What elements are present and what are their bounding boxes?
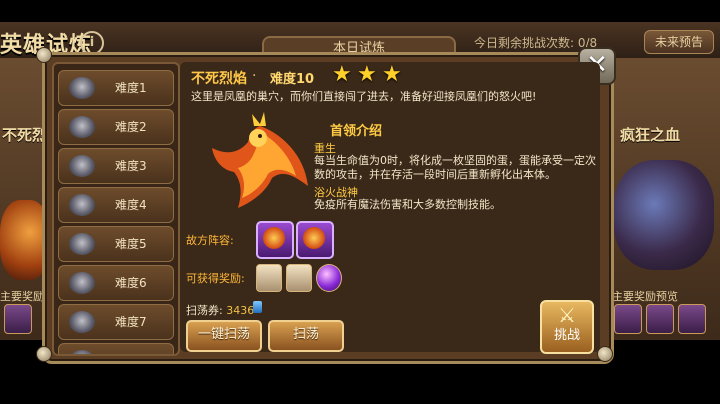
left-reward-icons (4, 304, 32, 334)
right-reward-icons (614, 304, 706, 334)
right-reward-label: 主要奖励预览 (612, 290, 678, 303)
mask-icon (69, 194, 95, 216)
mask-icon (69, 233, 95, 255)
sweep-all-button[interactable]: 一键扫荡 (186, 320, 262, 352)
fight-label: 挑战 (553, 328, 580, 343)
difficulty-list[interactable]: 难度1 难度2 难度3 难度4 难度5 难度6 难度7 难度8 (52, 62, 180, 356)
scroll-reward-icon[interactable] (256, 264, 282, 292)
orb-reward-icon[interactable] (316, 264, 342, 292)
mask-icon (69, 155, 95, 177)
right-monster-art (614, 160, 714, 270)
enemy-phoenix-slot[interactable] (296, 221, 334, 259)
future-preview-button[interactable]: 未来预告 (644, 30, 714, 54)
phoenix-boss-art (212, 112, 308, 208)
ticket-icon (253, 301, 262, 313)
star-icon: ★ (357, 62, 377, 87)
right-card-label: 疯狂之血 (620, 126, 681, 144)
ticket-count: 3436 (226, 304, 255, 317)
boss-intro-title: 首领介绍 (330, 124, 383, 139)
difficulty-item-4[interactable]: 难度4 (58, 187, 174, 223)
difficulty-label: 难度6 (115, 276, 147, 290)
difficulty-label: 难度3 (115, 159, 147, 173)
difficulty-label: 难度7 (115, 315, 147, 329)
left-card-label: 不死烈 (2, 126, 48, 144)
skill-description: 免疫所有魔法伤害和大多数控制技能。 (314, 198, 501, 211)
skill-description: 每当生命值为0时，将化成一枚坚固的蛋，蛋能承受一定次数的攻击，并在存活一段时间后… (314, 154, 596, 181)
mask-icon (69, 350, 95, 354)
enemy-lineup-label: 故方阵容: (186, 234, 234, 247)
mask-icon (69, 272, 95, 294)
difficulty-item-1[interactable]: 难度1 (58, 70, 174, 106)
crossed-swords-icon: ⚔ (558, 303, 576, 327)
title-separator: · (252, 68, 257, 84)
game-screen: 英雄试炼 i 本日试炼 今日剩余挑战次数: 0/8 未来预告 不死烈 疯狂之血 … (0, 0, 720, 404)
boss-name: 不死烈焰 (191, 71, 247, 87)
difficulty-label: 难度1 (115, 81, 147, 95)
sweep-ticket: 扫荡券: 3436 (186, 302, 254, 318)
difficulty-label: 难度2 (115, 120, 147, 134)
star-icon: ★ (382, 62, 402, 87)
rivet-icon (36, 346, 52, 362)
difficulty-item-3[interactable]: 难度3 (58, 148, 174, 184)
boss-difficulty: 难度10 (270, 72, 315, 87)
reward-label: 可获得奖励: (186, 272, 245, 285)
sweep-button[interactable]: 扫荡 (268, 320, 344, 352)
difficulty-item-8[interactable]: 难度8 (58, 343, 174, 354)
rivet-icon (36, 47, 52, 63)
difficulty-item-6[interactable]: 难度6 (58, 265, 174, 301)
difficulty-label: 难度5 (115, 237, 147, 251)
scroll-reward-icon[interactable] (286, 264, 312, 292)
boss-intro-text: 这里是凤凰的巢穴，而你们直接闯了进去，准备好迎接凤凰们的怒火吧! (191, 90, 537, 103)
mask-icon (69, 116, 95, 138)
difficulty-label: 难度4 (115, 198, 147, 212)
mask-icon (69, 77, 95, 99)
difficulty-label: 难度8 (115, 344, 147, 354)
difficulty-item-2[interactable]: 难度2 (58, 109, 174, 145)
difficulty-item-7[interactable]: 难度7 (58, 304, 174, 340)
remaining-attempts: 今日剩余挑战次数: 0/8 (474, 36, 598, 50)
mask-icon (69, 311, 95, 333)
left-reward-label: 主要奖励 (0, 290, 44, 303)
ticket-label: 扫荡券: (186, 304, 223, 317)
difficulty-item-5[interactable]: 难度5 (58, 226, 174, 262)
star-icon: ★ (332, 62, 352, 87)
fight-button[interactable]: ⚔ 挑战 (540, 300, 594, 354)
enemy-phoenix-slot[interactable] (256, 221, 294, 259)
